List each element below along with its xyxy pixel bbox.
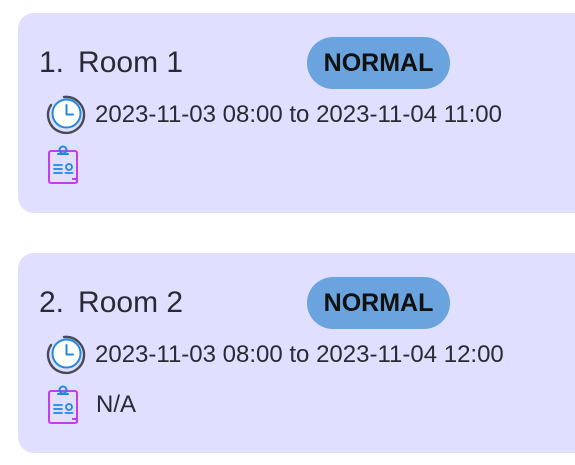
status-badge: NORMAL [307,277,450,329]
notes-row: N/A [46,385,136,425]
notes-row [46,145,96,185]
booking-title: 2. Room 2 [39,286,183,320]
time-row: 2023-11-03 08:00 to 2023-11-04 12:00 [42,333,504,377]
clock-icon [46,95,86,135]
booking-title: 1. Room 1 [39,46,183,80]
booking-card[interactable]: 2. Room 2 NORMAL 2023-11-03 08:00 to 2023… [18,253,575,453]
booking-list: 1. Room 1 NORMAL 2023-11-03 08:00 to 2023… [0,0,575,465]
booking-index: 1. [39,46,65,79]
clock-icon [46,335,86,375]
status-badge: NORMAL [307,37,450,89]
clipboard-icon [48,145,78,184]
time-row: 2023-11-03 08:00 to 2023-11-04 11:00 [42,93,502,137]
booking-index: 2. [39,286,65,319]
room-name: Room 2 [78,286,184,319]
clipboard-icon [48,385,78,424]
time-range: 2023-11-03 08:00 to 2023-11-04 12:00 [95,341,504,368]
booking-card[interactable]: 1. Room 1 NORMAL 2023-11-03 08:00 to 2023… [18,13,575,213]
time-range: 2023-11-03 08:00 to 2023-11-04 11:00 [95,101,502,128]
notes-value: N/A [96,391,137,418]
room-name: Room 1 [78,46,184,79]
